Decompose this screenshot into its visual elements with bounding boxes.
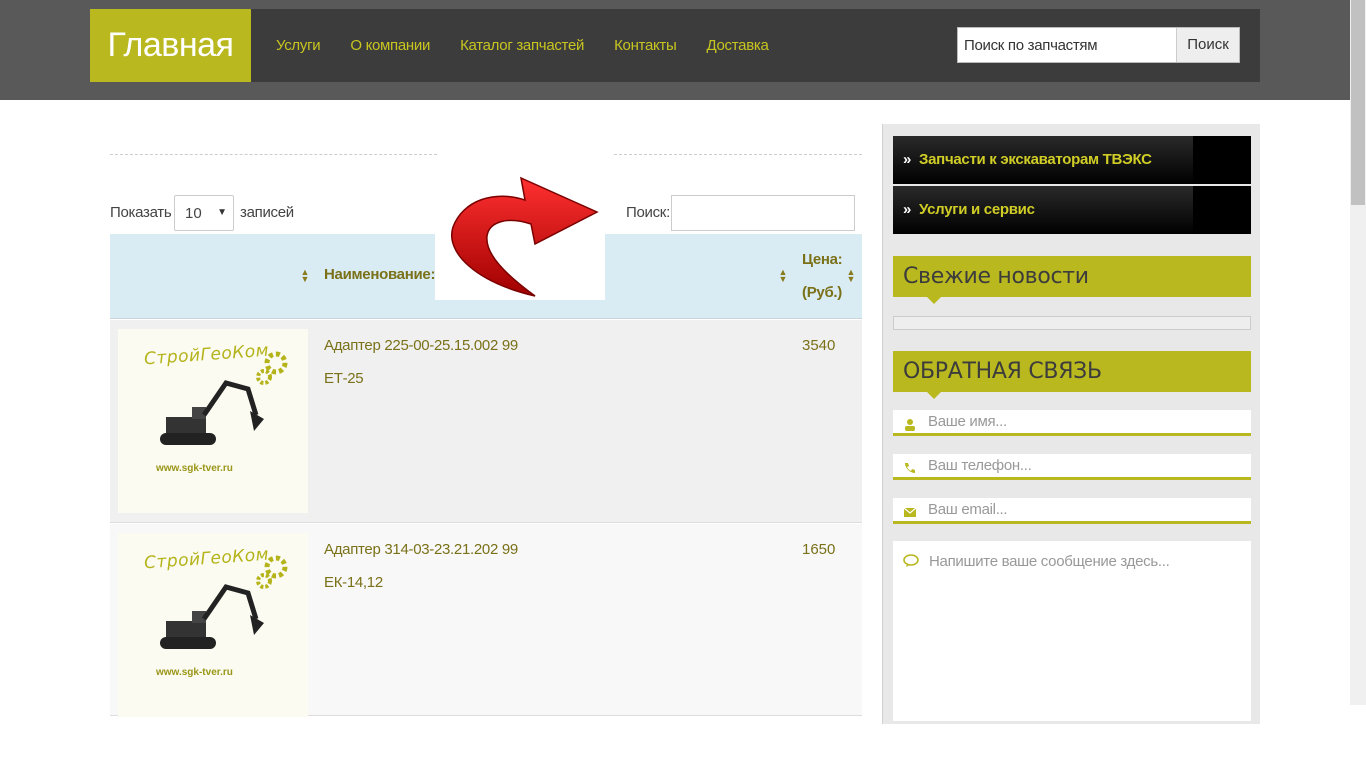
column-name[interactable]: Наименование:: [324, 260, 435, 289]
feedback-widget-title: ОБРАТНАЯ СВЯЗЬ: [893, 351, 1251, 399]
product-name[interactable]: Адаптер 314-03-23.21.202 99: [324, 541, 518, 558]
product-model: ЕК-14,12: [324, 574, 383, 591]
product-image[interactable]: СтройГеоКом www.sgk-tver.ru: [118, 329, 308, 513]
category-end: [1193, 136, 1251, 184]
email-placeholder: Ваш email...: [928, 501, 1008, 518]
scrollbar-thumb[interactable]: [1351, 0, 1365, 205]
page-length-select[interactable]: 10 ▼: [174, 195, 234, 231]
title-pointer: [927, 297, 941, 304]
news-widget-title: Свежие новости: [893, 256, 1251, 304]
sort-icon[interactable]: ▲ ▼: [846, 268, 856, 284]
parts-search-input[interactable]: Поиск по запчастям: [958, 28, 1176, 62]
sidebar-category-excavator-parts[interactable]: » Запчасти к экскаваторам ТВЭКС: [893, 136, 1251, 184]
sort-icon[interactable]: ▲ ▼: [778, 268, 788, 284]
image-url-text: www.sgk-tver.ru: [156, 667, 233, 678]
nav-delivery[interactable]: Доставка: [706, 37, 768, 54]
comment-icon: [903, 554, 919, 567]
nav-about[interactable]: О компании: [350, 37, 430, 54]
page-length-value: 10: [185, 205, 202, 222]
message-placeholder: Напишите ваше сообщение здесь...: [929, 553, 1170, 570]
phone-icon: [905, 463, 915, 473]
phone-field[interactable]: Ваш телефон...: [893, 454, 1251, 480]
page-scrollbar[interactable]: [1350, 0, 1366, 705]
site-header: Главная Услуги О компании Каталог запчас…: [90, 9, 1260, 82]
column-price-unit: (Руб.): [802, 284, 842, 301]
main-nav: Услуги О компании Каталог запчастей Конт…: [276, 9, 799, 82]
parts-search-button[interactable]: Поиск: [1176, 28, 1239, 62]
logo-home-link[interactable]: Главная: [90, 9, 251, 82]
brand-logo-text: СтройГеоКом: [143, 340, 270, 370]
category-label: Услуги и сервис: [919, 201, 1035, 218]
divider-right: [614, 154, 862, 155]
product-model: ЕТ-25: [324, 370, 364, 387]
excavator-icon: [160, 380, 264, 445]
news-list: [893, 316, 1251, 330]
email-field[interactable]: Ваш email...: [893, 498, 1251, 524]
brand-logo-text: СтройГеоКом: [143, 544, 270, 574]
envelope-icon: [903, 507, 917, 517]
excavator-icon: [160, 584, 264, 649]
image-url-text: www.sgk-tver.ru: [156, 463, 233, 474]
chevron-down-icon: ▼: [217, 207, 227, 218]
column-price[interactable]: Цена:: [802, 245, 843, 274]
nav-contacts[interactable]: Контакты: [614, 37, 677, 54]
sort-icon[interactable]: ▲ ▼: [300, 268, 310, 284]
entries-label: записей: [240, 204, 294, 221]
table-row[interactable]: СтройГеоКом www.sgk-tver.ru Адаптер 314-…: [110, 524, 862, 717]
category-label: Запчасти к экскаваторам ТВЭКС: [919, 151, 1152, 168]
sidebar: » Запчасти к экскаваторам ТВЭКС » Услуги и…: [882, 124, 1260, 724]
product-name[interactable]: Адаптер 225-00-25.15.002 99: [324, 337, 518, 354]
name-field[interactable]: Ваше имя...: [893, 410, 1251, 436]
message-textarea[interactable]: Напишите ваше сообщение здесь...: [893, 541, 1251, 721]
nav-services[interactable]: Услуги: [276, 37, 321, 54]
table-row[interactable]: СтройГеоКом www.sgk-tver.ru Адаптер 225-…: [110, 320, 862, 523]
product-image[interactable]: СтройГеоКом www.sgk-tver.ru: [118, 533, 308, 717]
parts-search: Поиск по запчастям Поиск: [957, 27, 1240, 63]
feedback-title-text: ОБРАТНАЯ СВЯЗЬ: [903, 359, 1102, 384]
title-pointer: [927, 392, 941, 399]
red-arrow-graphic: [435, 172, 605, 300]
user-icon: [905, 419, 915, 431]
phone-placeholder: Ваш телефон...: [928, 457, 1032, 474]
divider-left: [110, 154, 437, 155]
curved-arrow-icon: [451, 176, 599, 297]
product-price: 3540: [802, 337, 836, 354]
double-chevron-icon: »: [903, 201, 912, 218]
sidebar-category-services[interactable]: » Услуги и сервис: [893, 186, 1251, 234]
double-chevron-icon: »: [903, 151, 912, 168]
show-label: Показать: [110, 204, 172, 221]
nav-catalog[interactable]: Каталог запчастей: [460, 37, 584, 54]
news-title-text: Свежие новости: [903, 264, 1089, 289]
name-placeholder: Ваше имя...: [928, 413, 1007, 430]
product-price: 1650: [802, 541, 836, 558]
category-end: [1193, 186, 1251, 234]
filter-label: Поиск:: [626, 204, 670, 221]
table-filter-input[interactable]: [671, 195, 855, 231]
